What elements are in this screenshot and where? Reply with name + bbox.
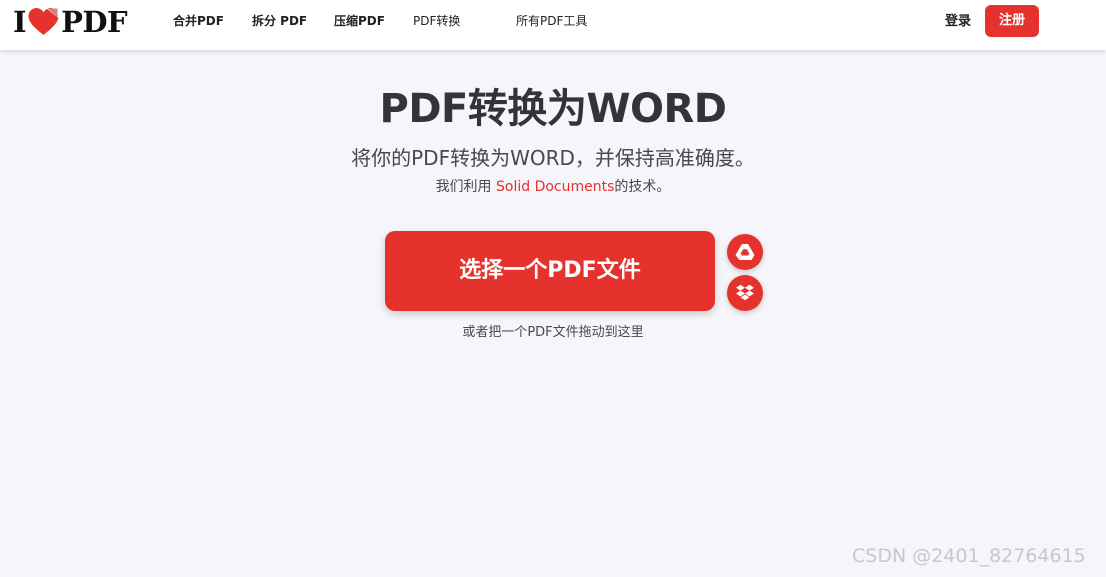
drop-file-hint: 或者把一个PDF文件拖动到这里 xyxy=(462,325,644,340)
google-drive-icon xyxy=(735,244,755,260)
dropbox-button[interactable] xyxy=(727,275,763,311)
select-pdf-button[interactable]: 选择一个PDF文件 xyxy=(385,231,715,311)
nav-merge-pdf[interactable]: 合并PDF xyxy=(173,13,224,29)
heart-icon xyxy=(28,8,59,35)
page-title: PDF转换为WORD xyxy=(379,86,727,132)
signup-button[interactable]: 注册 xyxy=(985,5,1039,37)
technology-credit: 我们利用 Solid Documents的技术。 xyxy=(0,177,1106,197)
technology-credit-suffix: 的技术。 xyxy=(614,179,671,195)
ilovepdf-logo[interactable]: I PDF xyxy=(13,5,128,39)
solid-documents-link[interactable]: Solid Documents xyxy=(496,179,614,195)
nav-all-tools[interactable]: 所有PDF工具 xyxy=(516,13,587,29)
csdn-watermark: CSDN @2401_82764615 xyxy=(852,545,1086,567)
technology-credit-prefix: 我们利用 xyxy=(435,179,497,195)
top-header: I PDF 合并PDF 拆分 PDF 压缩PDF PDF转换 所有PDF工具 登… xyxy=(0,0,1106,50)
google-drive-button[interactable] xyxy=(727,234,763,270)
nav-compress-pdf[interactable]: 压缩PDF xyxy=(334,13,385,29)
nav-convert-pdf[interactable]: PDF转换 xyxy=(413,13,460,29)
logo-text-i: I xyxy=(13,5,27,39)
nav-split-pdf[interactable]: 拆分 PDF xyxy=(252,13,307,29)
dropbox-icon xyxy=(736,284,754,301)
page-subtitle: 将你的PDF转换为WORD，并保持高准确度。 xyxy=(351,146,755,170)
login-link[interactable]: 登录 xyxy=(945,13,971,30)
logo-text-pdf: PDF xyxy=(61,5,128,39)
